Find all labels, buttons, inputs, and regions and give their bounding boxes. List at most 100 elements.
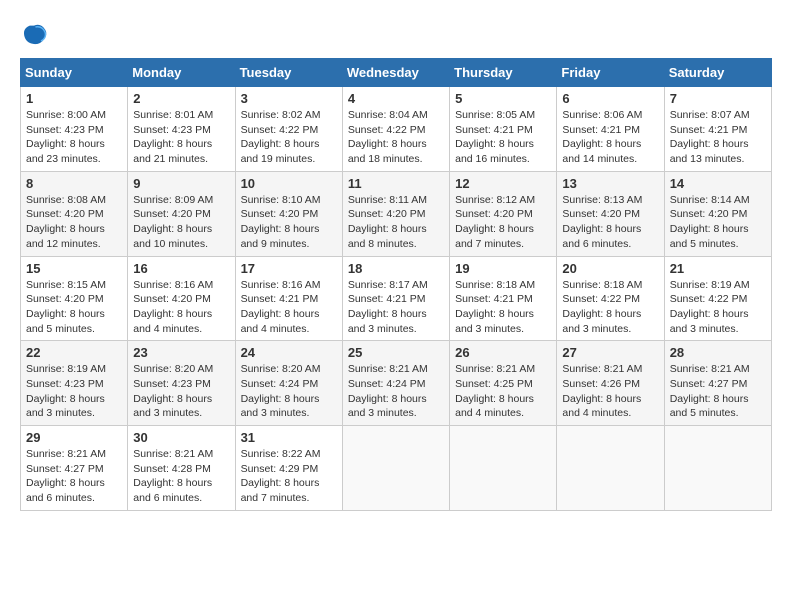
day-number: 20 — [562, 261, 658, 276]
day-info: Sunrise: 8:07 AM Sunset: 4:21 PM Dayligh… — [670, 108, 766, 167]
day-number: 31 — [241, 430, 337, 445]
day-number: 11 — [348, 176, 444, 191]
day-number: 30 — [133, 430, 229, 445]
day-info: Sunrise: 8:20 AM Sunset: 4:24 PM Dayligh… — [241, 362, 337, 421]
day-number: 27 — [562, 345, 658, 360]
day-number: 13 — [562, 176, 658, 191]
calendar-cell: 20 Sunrise: 8:18 AM Sunset: 4:22 PM Dayl… — [557, 256, 664, 341]
day-number: 29 — [26, 430, 122, 445]
calendar-cell: 25 Sunrise: 8:21 AM Sunset: 4:24 PM Dayl… — [342, 341, 449, 426]
header-thursday: Thursday — [450, 59, 557, 87]
day-number: 24 — [241, 345, 337, 360]
day-number: 21 — [670, 261, 766, 276]
day-info: Sunrise: 8:14 AM Sunset: 4:20 PM Dayligh… — [670, 193, 766, 252]
day-number: 9 — [133, 176, 229, 191]
calendar-cell: 28 Sunrise: 8:21 AM Sunset: 4:27 PM Dayl… — [664, 341, 771, 426]
header-monday: Monday — [128, 59, 235, 87]
day-number: 28 — [670, 345, 766, 360]
calendar-cell: 5 Sunrise: 8:05 AM Sunset: 4:21 PM Dayli… — [450, 87, 557, 172]
calendar-cell — [664, 426, 771, 511]
calendar-week-row: 1 Sunrise: 8:00 AM Sunset: 4:23 PM Dayli… — [21, 87, 772, 172]
day-number: 8 — [26, 176, 122, 191]
calendar-cell: 17 Sunrise: 8:16 AM Sunset: 4:21 PM Dayl… — [235, 256, 342, 341]
day-number: 25 — [348, 345, 444, 360]
day-info: Sunrise: 8:12 AM Sunset: 4:20 PM Dayligh… — [455, 193, 551, 252]
calendar-cell: 30 Sunrise: 8:21 AM Sunset: 4:28 PM Dayl… — [128, 426, 235, 511]
day-info: Sunrise: 8:08 AM Sunset: 4:20 PM Dayligh… — [26, 193, 122, 252]
calendar-cell: 2 Sunrise: 8:01 AM Sunset: 4:23 PM Dayli… — [128, 87, 235, 172]
day-info: Sunrise: 8:22 AM Sunset: 4:29 PM Dayligh… — [241, 447, 337, 506]
day-info: Sunrise: 8:02 AM Sunset: 4:22 PM Dayligh… — [241, 108, 337, 167]
day-number: 22 — [26, 345, 122, 360]
calendar-cell: 23 Sunrise: 8:20 AM Sunset: 4:23 PM Dayl… — [128, 341, 235, 426]
calendar-cell: 6 Sunrise: 8:06 AM Sunset: 4:21 PM Dayli… — [557, 87, 664, 172]
day-info: Sunrise: 8:21 AM Sunset: 4:25 PM Dayligh… — [455, 362, 551, 421]
calendar-cell: 10 Sunrise: 8:10 AM Sunset: 4:20 PM Dayl… — [235, 171, 342, 256]
calendar-week-row: 15 Sunrise: 8:15 AM Sunset: 4:20 PM Dayl… — [21, 256, 772, 341]
day-info: Sunrise: 8:21 AM Sunset: 4:27 PM Dayligh… — [26, 447, 122, 506]
day-info: Sunrise: 8:11 AM Sunset: 4:20 PM Dayligh… — [348, 193, 444, 252]
logo-icon — [20, 20, 48, 48]
day-info: Sunrise: 8:05 AM Sunset: 4:21 PM Dayligh… — [455, 108, 551, 167]
calendar-cell: 4 Sunrise: 8:04 AM Sunset: 4:22 PM Dayli… — [342, 87, 449, 172]
calendar-cell: 15 Sunrise: 8:15 AM Sunset: 4:20 PM Dayl… — [21, 256, 128, 341]
day-number: 26 — [455, 345, 551, 360]
page-header — [20, 20, 772, 48]
day-number: 18 — [348, 261, 444, 276]
calendar-week-row: 22 Sunrise: 8:19 AM Sunset: 4:23 PM Dayl… — [21, 341, 772, 426]
day-info: Sunrise: 8:16 AM Sunset: 4:20 PM Dayligh… — [133, 278, 229, 337]
day-info: Sunrise: 8:21 AM Sunset: 4:24 PM Dayligh… — [348, 362, 444, 421]
logo — [20, 20, 52, 48]
header-tuesday: Tuesday — [235, 59, 342, 87]
calendar-week-row: 8 Sunrise: 8:08 AM Sunset: 4:20 PM Dayli… — [21, 171, 772, 256]
calendar-cell: 3 Sunrise: 8:02 AM Sunset: 4:22 PM Dayli… — [235, 87, 342, 172]
day-number: 19 — [455, 261, 551, 276]
calendar-cell: 9 Sunrise: 8:09 AM Sunset: 4:20 PM Dayli… — [128, 171, 235, 256]
header-saturday: Saturday — [664, 59, 771, 87]
day-number: 14 — [670, 176, 766, 191]
calendar-header-row: SundayMondayTuesdayWednesdayThursdayFrid… — [21, 59, 772, 87]
day-info: Sunrise: 8:21 AM Sunset: 4:26 PM Dayligh… — [562, 362, 658, 421]
day-info: Sunrise: 8:20 AM Sunset: 4:23 PM Dayligh… — [133, 362, 229, 421]
day-info: Sunrise: 8:21 AM Sunset: 4:28 PM Dayligh… — [133, 447, 229, 506]
day-number: 17 — [241, 261, 337, 276]
day-info: Sunrise: 8:19 AM Sunset: 4:23 PM Dayligh… — [26, 362, 122, 421]
day-info: Sunrise: 8:17 AM Sunset: 4:21 PM Dayligh… — [348, 278, 444, 337]
day-info: Sunrise: 8:18 AM Sunset: 4:21 PM Dayligh… — [455, 278, 551, 337]
calendar-cell — [342, 426, 449, 511]
day-number: 16 — [133, 261, 229, 276]
day-info: Sunrise: 8:21 AM Sunset: 4:27 PM Dayligh… — [670, 362, 766, 421]
calendar-cell: 12 Sunrise: 8:12 AM Sunset: 4:20 PM Dayl… — [450, 171, 557, 256]
calendar-cell: 29 Sunrise: 8:21 AM Sunset: 4:27 PM Dayl… — [21, 426, 128, 511]
header-friday: Friday — [557, 59, 664, 87]
day-number: 3 — [241, 91, 337, 106]
day-number: 7 — [670, 91, 766, 106]
header-sunday: Sunday — [21, 59, 128, 87]
calendar-cell: 18 Sunrise: 8:17 AM Sunset: 4:21 PM Dayl… — [342, 256, 449, 341]
day-number: 1 — [26, 91, 122, 106]
calendar-cell: 31 Sunrise: 8:22 AM Sunset: 4:29 PM Dayl… — [235, 426, 342, 511]
day-info: Sunrise: 8:16 AM Sunset: 4:21 PM Dayligh… — [241, 278, 337, 337]
calendar-week-row: 29 Sunrise: 8:21 AM Sunset: 4:27 PM Dayl… — [21, 426, 772, 511]
header-wednesday: Wednesday — [342, 59, 449, 87]
calendar-cell: 24 Sunrise: 8:20 AM Sunset: 4:24 PM Dayl… — [235, 341, 342, 426]
calendar-cell: 8 Sunrise: 8:08 AM Sunset: 4:20 PM Dayli… — [21, 171, 128, 256]
day-number: 15 — [26, 261, 122, 276]
calendar-cell: 7 Sunrise: 8:07 AM Sunset: 4:21 PM Dayli… — [664, 87, 771, 172]
day-info: Sunrise: 8:18 AM Sunset: 4:22 PM Dayligh… — [562, 278, 658, 337]
day-info: Sunrise: 8:04 AM Sunset: 4:22 PM Dayligh… — [348, 108, 444, 167]
day-number: 6 — [562, 91, 658, 106]
calendar-cell: 19 Sunrise: 8:18 AM Sunset: 4:21 PM Dayl… — [450, 256, 557, 341]
day-number: 10 — [241, 176, 337, 191]
calendar-cell: 26 Sunrise: 8:21 AM Sunset: 4:25 PM Dayl… — [450, 341, 557, 426]
day-number: 2 — [133, 91, 229, 106]
calendar-cell: 16 Sunrise: 8:16 AM Sunset: 4:20 PM Dayl… — [128, 256, 235, 341]
calendar-cell: 21 Sunrise: 8:19 AM Sunset: 4:22 PM Dayl… — [664, 256, 771, 341]
calendar-cell: 22 Sunrise: 8:19 AM Sunset: 4:23 PM Dayl… — [21, 341, 128, 426]
calendar-cell: 1 Sunrise: 8:00 AM Sunset: 4:23 PM Dayli… — [21, 87, 128, 172]
calendar-table: SundayMondayTuesdayWednesdayThursdayFrid… — [20, 58, 772, 511]
day-info: Sunrise: 8:19 AM Sunset: 4:22 PM Dayligh… — [670, 278, 766, 337]
day-info: Sunrise: 8:15 AM Sunset: 4:20 PM Dayligh… — [26, 278, 122, 337]
calendar-cell: 11 Sunrise: 8:11 AM Sunset: 4:20 PM Dayl… — [342, 171, 449, 256]
day-number: 23 — [133, 345, 229, 360]
